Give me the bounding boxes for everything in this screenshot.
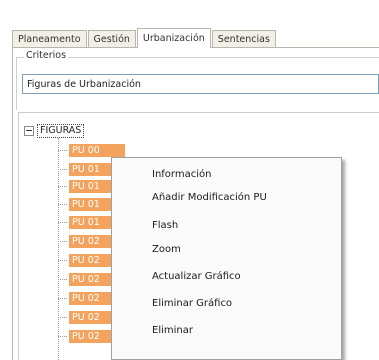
- app-window: Planeamento Gestión Urbanización Sentenc…: [0, 0, 379, 360]
- menu-item-eliminar-grafico[interactable]: Eliminar Gráfico: [112, 293, 341, 315]
- context-menu: Información Añadir Modificación PU Flash…: [111, 157, 342, 360]
- criterios-select[interactable]: Figuras de Urbanización: [22, 74, 379, 94]
- tab-sentencias[interactable]: Sentencias: [211, 30, 276, 48]
- tab-urbanizacion[interactable]: Urbanización: [136, 28, 211, 48]
- menu-item-flash[interactable]: Flash: [112, 215, 341, 237]
- tree-root-label[interactable]: FIGURAS: [37, 124, 85, 138]
- menu-item-eliminar[interactable]: Eliminar: [112, 320, 341, 342]
- menu-item-actualizar-grafico[interactable]: Actualizar Gráfico: [112, 266, 341, 288]
- menu-item-anadir-modificacion[interactable]: Añadir Modificación PU: [112, 187, 341, 209]
- tree-root[interactable]: FIGURAS: [24, 124, 85, 138]
- criterios-label: Criterios: [24, 50, 69, 61]
- tree-item[interactable]: PU 00: [58, 144, 125, 157]
- tab-strip: Planeamento Gestión Urbanización Sentenc…: [12, 28, 277, 48]
- tree-item-label[interactable]: PU 00: [69, 144, 125, 157]
- tab-gestion[interactable]: Gestión: [87, 30, 136, 48]
- menu-item-informacion[interactable]: Información: [112, 164, 341, 186]
- menu-item-zoom[interactable]: Zoom: [112, 239, 341, 261]
- tab-planeamento[interactable]: Planeamento: [12, 30, 87, 48]
- collapse-icon[interactable]: [24, 126, 34, 136]
